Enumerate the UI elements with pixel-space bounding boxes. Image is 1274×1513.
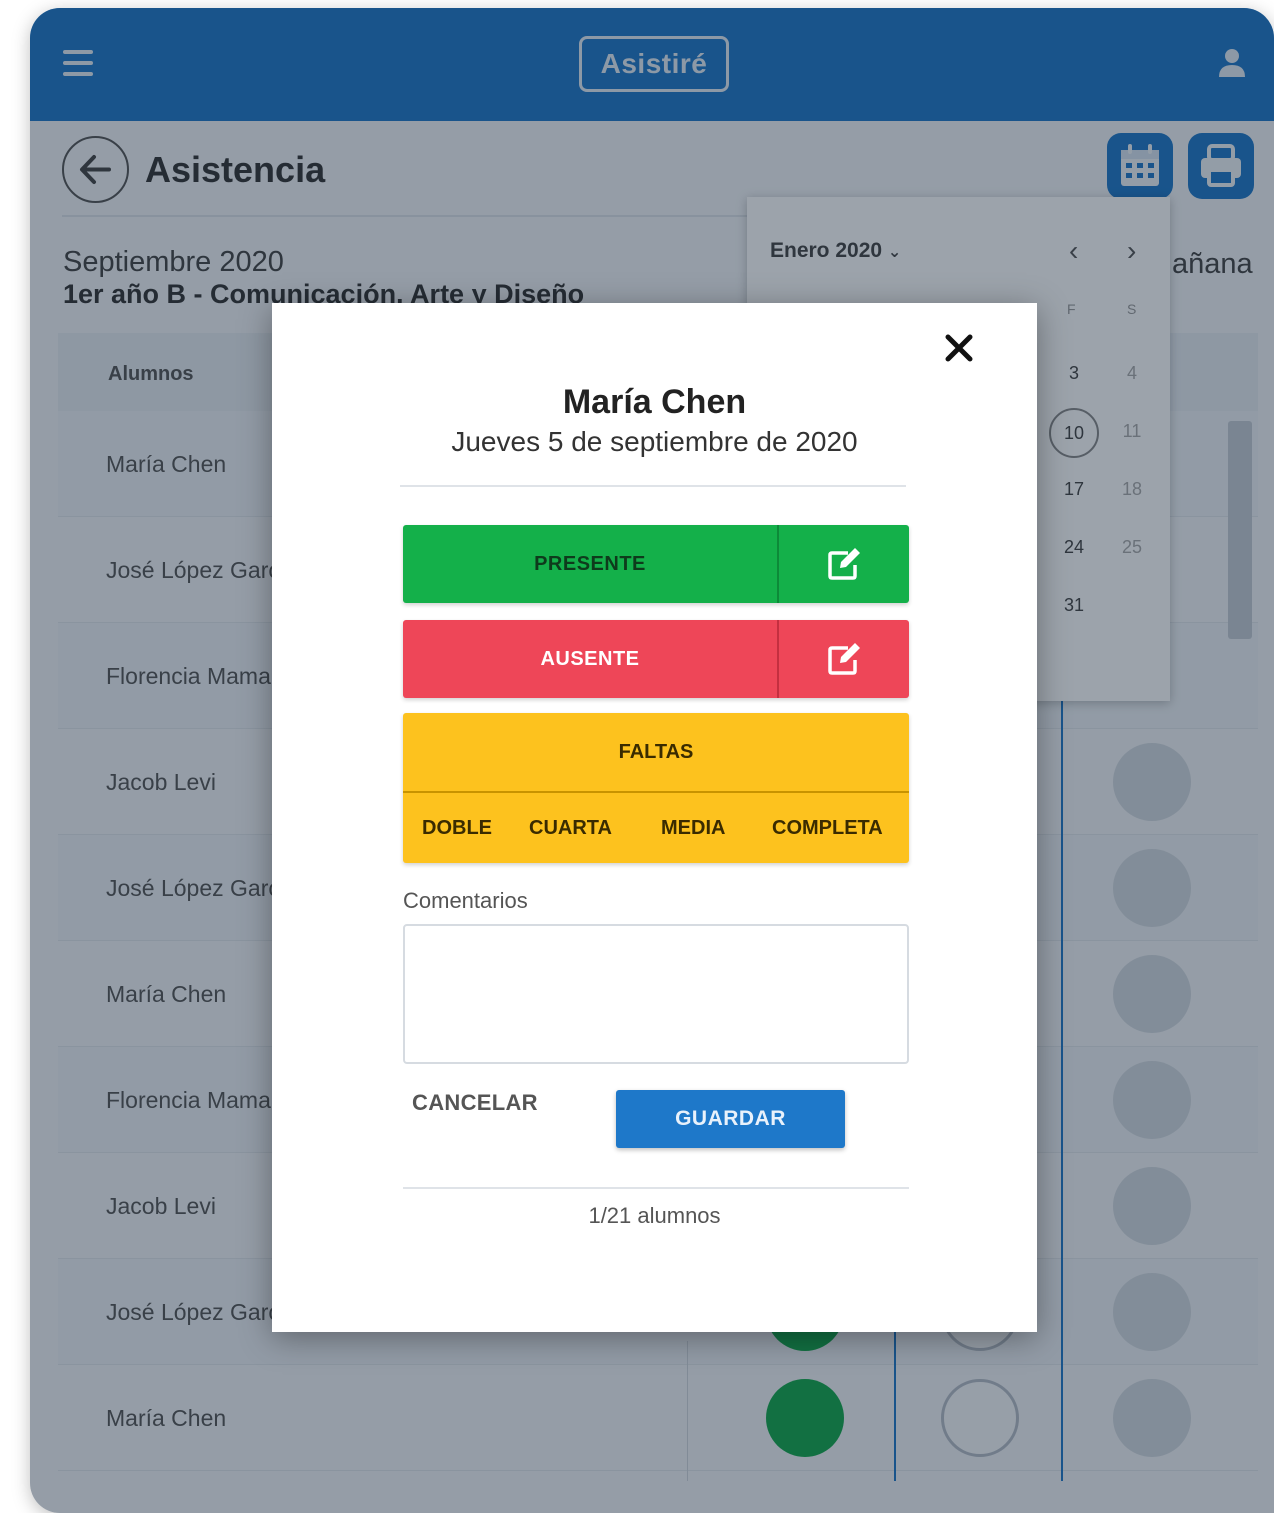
falta-doble-option[interactable]: DOBLE (422, 793, 492, 863)
edit-icon (828, 643, 860, 675)
presente-edit-button[interactable] (779, 525, 909, 603)
divider (400, 485, 906, 487)
ausente-button-group: AUSENTE (403, 620, 909, 698)
presente-button[interactable]: PRESENTE (403, 525, 777, 603)
faltas-button[interactable]: FALTAS (403, 713, 909, 791)
attendance-date: Jueves 5 de septiembre de 2020 (451, 426, 858, 457)
falta-media-option[interactable]: MEDIA (661, 793, 725, 863)
divider (403, 1187, 909, 1189)
student-counter: 1/21 alumnos (588, 1203, 721, 1228)
falta-cuarta-option[interactable]: CUARTA (529, 793, 612, 863)
falta-completa-option[interactable]: COMPLETA (772, 793, 883, 863)
attendance-dialog: María Chen Jueves 5 de septiembre de 202… (272, 303, 1037, 1332)
save-button[interactable]: GUARDAR (616, 1090, 845, 1148)
faltas-group: FALTAS DOBLE CUARTA MEDIA COMPLETA (403, 713, 909, 863)
edit-icon (828, 548, 860, 580)
ausente-edit-button[interactable] (779, 620, 909, 698)
ausente-button[interactable]: AUSENTE (403, 620, 777, 698)
app-frame: Asistiré Asistencia Septiembre 2020 1er … (30, 8, 1274, 1513)
close-icon[interactable] (942, 331, 976, 365)
comments-label: Comentarios (403, 888, 528, 913)
cancel-button[interactable]: CANCELAR (412, 1090, 538, 1116)
comments-field[interactable] (403, 924, 909, 1064)
student-name-title: María Chen (562, 383, 747, 421)
presente-button-group: PRESENTE (403, 525, 909, 603)
